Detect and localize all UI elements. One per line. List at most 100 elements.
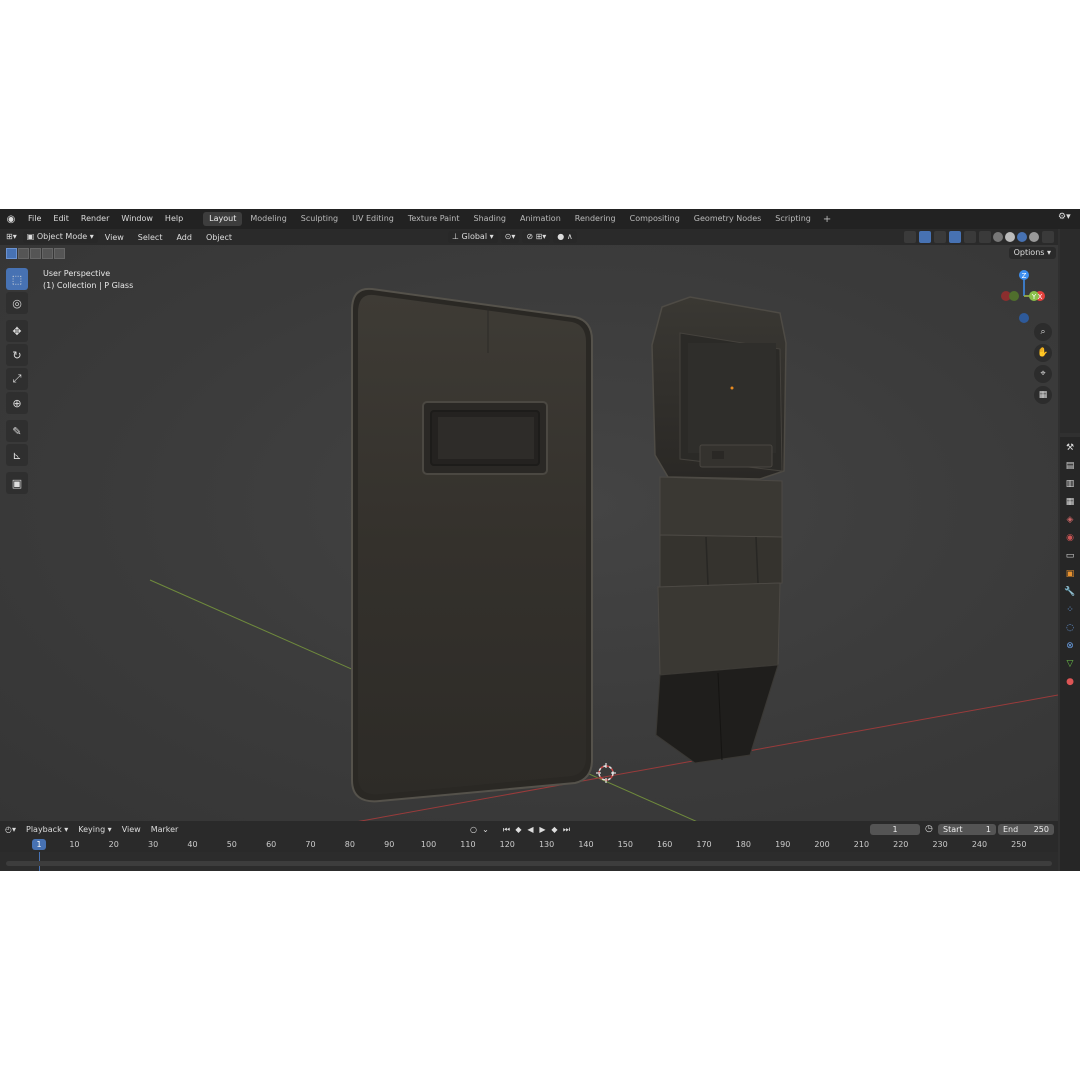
particles-properties-icon[interactable]: ⁘ [1063, 603, 1077, 617]
select-intersect-icon[interactable] [54, 248, 65, 259]
tab-compositing[interactable]: Compositing [624, 212, 686, 226]
prev-keyframe-icon[interactable]: ◆ [513, 824, 524, 835]
zoom-icon[interactable]: ⌕ [1034, 323, 1052, 341]
next-keyframe-icon[interactable]: ◆ [549, 824, 560, 835]
outliner-panel[interactable] [1060, 229, 1080, 433]
output-properties-icon[interactable]: ▥ [1063, 477, 1077, 491]
start-frame-field[interactable]: Start 1 [938, 824, 996, 835]
rendered-shading-icon[interactable] [1029, 232, 1039, 242]
solid-shading-icon[interactable] [1005, 232, 1015, 242]
menu-timeline-view[interactable]: View [117, 825, 146, 834]
annotate-icon[interactable]: ✎ [6, 420, 28, 442]
end-label: End [1003, 825, 1019, 834]
options-dropdown[interactable]: Options ▾ [1008, 247, 1056, 259]
menu-select[interactable]: Select [131, 233, 170, 242]
scale-icon[interactable]: ⤢ [6, 368, 28, 390]
render-properties-icon[interactable]: ▤ [1063, 459, 1077, 473]
select-new-icon[interactable] [6, 248, 17, 259]
gizmo-dropdown-icon[interactable] [934, 231, 946, 243]
add-workspace-button[interactable]: + [819, 214, 835, 225]
auto-keying-icon[interactable]: ○ [468, 824, 479, 835]
camera-view-icon[interactable]: ⌖ [1034, 365, 1052, 383]
menu-render[interactable]: Render [75, 209, 115, 229]
material-properties-icon[interactable]: ● [1063, 675, 1077, 689]
rotate-icon[interactable]: ↻ [6, 344, 28, 366]
wireframe-shading-icon[interactable] [993, 232, 1003, 242]
constraints-properties-icon[interactable]: ⊗ [1063, 639, 1077, 653]
play-icon[interactable]: ▶ [537, 824, 548, 835]
blender-logo-icon[interactable]: ◉ [0, 209, 22, 229]
scene-properties-icon[interactable]: ◈ [1063, 513, 1077, 527]
shading-dropdown-icon[interactable] [1042, 231, 1054, 243]
frame-ruler[interactable]: 1 10 20 30 40 50 60 70 80 90 100 110 120 130 140 150 16… [0, 838, 1058, 852]
menu-marker[interactable]: Marker [146, 825, 184, 834]
keying-dropdown-icon[interactable]: ⌄ [480, 824, 491, 835]
world-properties-icon[interactable]: ◉ [1063, 531, 1077, 545]
snap-icon[interactable]: ⊘ ⊞▾ [522, 231, 551, 243]
tab-modeling[interactable]: Modeling [244, 212, 292, 226]
preview-range-icon[interactable]: ◷ [925, 824, 933, 834]
select-extend-icon[interactable] [18, 248, 29, 259]
xray-toggle-icon[interactable] [979, 231, 991, 243]
timeline-body[interactable]: 1 10 20 30 40 50 60 70 80 90 100 110 120 130 140 150 16… [0, 838, 1058, 871]
select-box-icon[interactable]: ⬚ [6, 268, 28, 290]
add-cube-icon[interactable]: ▣ [6, 472, 28, 494]
move-icon[interactable]: ✥ [6, 320, 28, 342]
visibility-icon[interactable] [904, 231, 916, 243]
menu-keying[interactable]: Keying ▾ [73, 825, 116, 834]
cursor-icon[interactable]: ◎ [6, 292, 28, 314]
tab-texture-paint[interactable]: Texture Paint [402, 212, 466, 226]
tab-animation[interactable]: Animation [514, 212, 567, 226]
tab-uv-editing[interactable]: UV Editing [346, 212, 400, 226]
editor-type-icon[interactable]: ⊞▾ [2, 231, 21, 243]
collection-properties-icon[interactable]: ▭ [1063, 549, 1077, 563]
ruler-tick: 30 [148, 840, 159, 849]
transform-orientation-dropdown[interactable]: ⊥ Global ▾ [448, 231, 498, 243]
tab-layout[interactable]: Layout [203, 212, 243, 226]
tab-scripting[interactable]: Scripting [769, 212, 817, 226]
current-frame-indicator[interactable]: 1 [32, 839, 46, 850]
menu-add[interactable]: Add [169, 233, 199, 242]
object-mode-dropdown[interactable]: ▣ Object Mode ▾ [22, 231, 98, 243]
menu-edit[interactable]: Edit [47, 209, 75, 229]
select-invert-icon[interactable] [42, 248, 53, 259]
timeline-editor-type-icon[interactable]: ◴▾ [0, 825, 21, 834]
proportional-edit-icon[interactable]: ● ∧ [553, 231, 577, 243]
tab-shading[interactable]: Shading [467, 212, 512, 226]
gizmo-toggle-icon[interactable] [919, 231, 931, 243]
physics-properties-icon[interactable]: ◌ [1063, 621, 1077, 635]
tab-geometry-nodes[interactable]: Geometry Nodes [688, 212, 767, 226]
tool-settings-icon[interactable]: ⚒ [1063, 441, 1077, 455]
tab-sculpting[interactable]: Sculpting [295, 212, 344, 226]
object-properties-icon[interactable]: ▣ [1063, 567, 1077, 581]
pan-hand-icon[interactable]: ✋ [1034, 344, 1052, 362]
current-frame-field[interactable]: 1 [870, 824, 920, 835]
menu-help[interactable]: Help [159, 209, 189, 229]
tab-rendering[interactable]: Rendering [569, 212, 622, 226]
menu-object[interactable]: Object [199, 233, 239, 242]
navigation-tools: ⌕ ✋ ⌖ ▦ [1034, 323, 1052, 407]
jump-end-icon[interactable]: ⏭ [561, 824, 572, 835]
3d-viewport[interactable]: Z X Y User Perspective (1) Collection | … [0, 245, 1058, 821]
view-layer-icon[interactable]: ▦ [1063, 495, 1077, 509]
scene-selector-icon[interactable]: ⚙▾ [1058, 212, 1076, 226]
jump-start-icon[interactable]: ⏮ [501, 824, 512, 835]
play-reverse-icon[interactable]: ◀ [525, 824, 536, 835]
timeline-scrollbar[interactable] [6, 861, 1052, 866]
overlays-toggle-icon[interactable] [949, 231, 961, 243]
measure-icon[interactable]: ⊾ [6, 444, 28, 466]
material-shading-icon[interactable] [1017, 232, 1027, 242]
pivot-icon[interactable]: ⊙▾ [500, 231, 520, 243]
menu-view[interactable]: View [98, 233, 131, 242]
end-frame-field[interactable]: End 250 [998, 824, 1054, 835]
3d-cursor [596, 763, 616, 783]
menu-window[interactable]: Window [115, 209, 159, 229]
menu-file[interactable]: File [22, 209, 47, 229]
overlays-dropdown-icon[interactable] [964, 231, 976, 243]
menu-playback[interactable]: Playback ▾ [21, 825, 73, 834]
transform-icon[interactable]: ⊕ [6, 392, 28, 414]
perspective-grid-icon[interactable]: ▦ [1034, 386, 1052, 404]
select-subtract-icon[interactable] [30, 248, 41, 259]
modifier-properties-icon[interactable]: 🔧 [1063, 585, 1077, 599]
data-properties-icon[interactable]: ▽ [1063, 657, 1077, 671]
